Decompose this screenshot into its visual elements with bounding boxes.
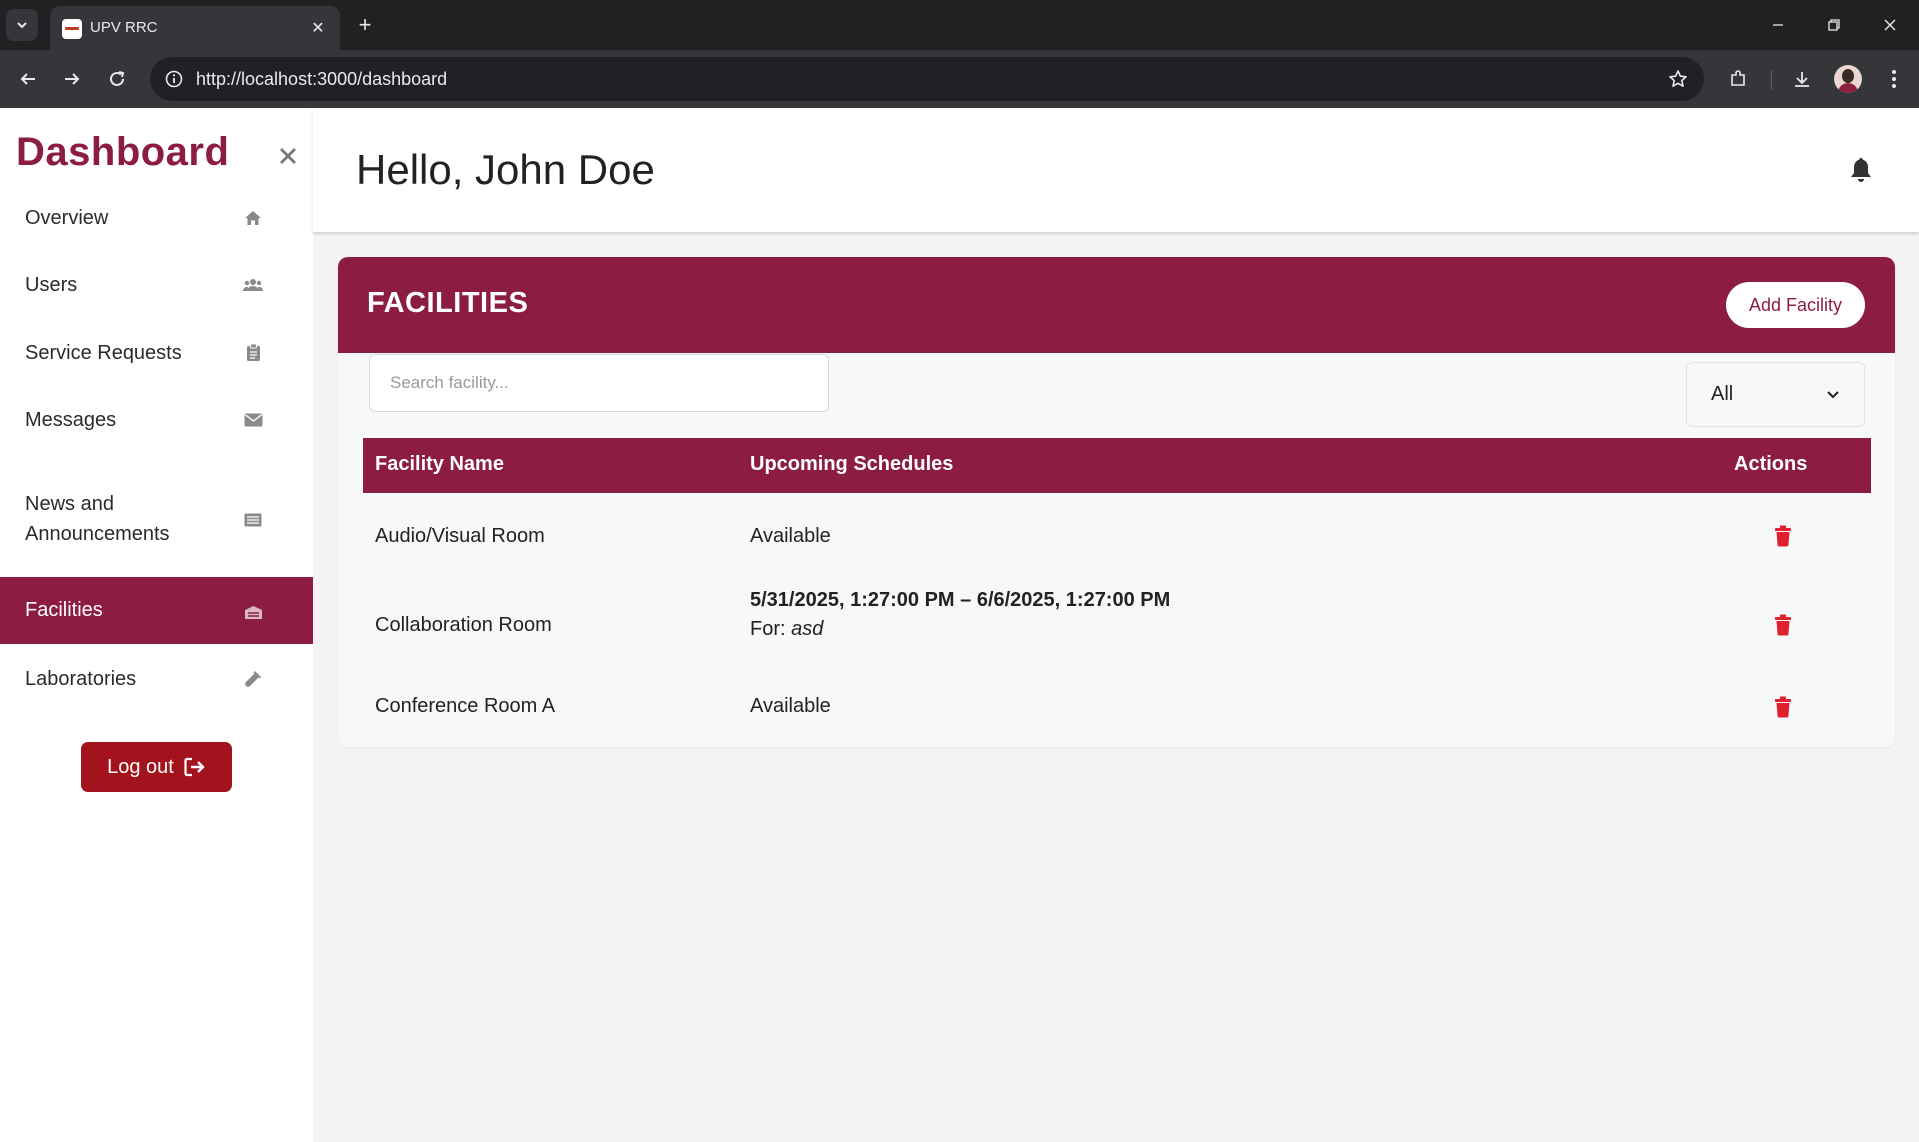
menu-dots-icon[interactable] — [1878, 63, 1910, 95]
facility-name: Conference Room A — [375, 695, 556, 717]
facility-schedule: Available — [750, 525, 831, 547]
table-row: Collaboration Room 5/31/2025, 1:27:00 PM… — [363, 575, 1871, 673]
restore-icon[interactable] — [1806, 0, 1862, 50]
trash-icon[interactable] — [1774, 525, 1792, 547]
site-info-icon[interactable] — [164, 69, 184, 89]
facility-schedule: 5/31/2025, 1:27:00 PM – 6/6/2025, 1:27:0… — [750, 589, 1171, 611]
minimize-icon[interactable] — [1750, 0, 1806, 50]
trash-icon[interactable] — [1774, 614, 1792, 636]
filter-select[interactable]: All — [1686, 362, 1865, 427]
window-close-icon[interactable] — [1862, 0, 1918, 50]
page-title: Hello, John Doe — [356, 146, 655, 193]
sidebar-item-label: Facilities — [25, 599, 103, 621]
home-icon — [243, 208, 263, 228]
sign-out-icon — [184, 757, 205, 777]
browser-toolbar: http://localhost:3000/dashboard — [0, 50, 1919, 108]
sidebar-item-laboratories[interactable]: Laboratories — [0, 644, 313, 713]
column-header-upcoming-schedules: Upcoming Schedules — [750, 453, 954, 475]
sidebar-item-messages[interactable]: Messages — [0, 386, 313, 454]
envelope-icon — [243, 410, 263, 430]
logout-label: Log out — [107, 755, 174, 778]
favicon-icon — [62, 19, 82, 39]
page-header: Hello, John Doe — [313, 108, 1919, 232]
table-row: Audio/Visual Room Available — [363, 493, 1871, 575]
extensions-icon[interactable] — [1722, 63, 1754, 95]
search-input[interactable] — [369, 354, 829, 412]
sidebar-item-label: Service Requests — [25, 342, 182, 364]
table-header: Facility Name Upcoming Schedules Actions — [363, 438, 1871, 493]
toolbar-divider — [1771, 70, 1772, 90]
schedule-for: For: asd — [750, 618, 823, 641]
chevron-down-icon — [1827, 390, 1839, 398]
sidebar-item-label: Laboratories — [25, 668, 137, 690]
url-text: http://localhost:3000/dashboard — [196, 69, 448, 89]
column-header-actions: Actions — [1734, 453, 1808, 475]
bookmark-star-icon[interactable] — [1666, 67, 1690, 91]
flask-icon — [243, 669, 263, 689]
address-bar[interactable]: http://localhost:3000/dashboard — [150, 57, 1704, 101]
add-facility-button[interactable]: Add Facility — [1726, 282, 1865, 328]
building-icon — [243, 602, 263, 622]
trash-icon[interactable] — [1774, 696, 1792, 718]
browser-tab[interactable]: UPV RRC ✕ — [50, 6, 340, 50]
facility-name: Collaboration Room — [375, 614, 552, 636]
tab-search-button[interactable] — [6, 9, 38, 41]
browser-tab-bar: UPV RRC ✕ + — [0, 0, 1919, 50]
schedule-for-prefix: For: — [750, 618, 786, 640]
column-header-facility-name: Facility Name — [375, 453, 504, 475]
facility-schedule: Available — [750, 695, 831, 717]
facilities-title: FACILITIES — [367, 287, 529, 319]
tab-title: UPV RRC — [90, 19, 158, 36]
sidebar-brand: Dashboard — [16, 130, 230, 174]
back-arrow-icon[interactable] — [12, 63, 44, 95]
logout-button[interactable]: Log out — [81, 742, 232, 792]
sidebar-item-service-requests[interactable]: Service Requests — [0, 319, 313, 386]
sidebar-item-overview[interactable]: Overview — [0, 185, 313, 251]
close-icon[interactable] — [275, 144, 301, 170]
chevron-down-icon — [17, 22, 27, 29]
sidebar: Dashboard Overview Users Service Request… — [0, 108, 313, 1142]
tab-close-icon[interactable]: ✕ — [306, 16, 330, 40]
facility-name: Audio/Visual Room — [375, 525, 545, 547]
table-row: Conference Room A Available — [363, 673, 1871, 747]
profile-avatar[interactable] — [1834, 65, 1862, 93]
download-icon[interactable] — [1786, 63, 1818, 95]
sidebar-item-label: Overview — [25, 207, 109, 229]
forward-arrow-icon[interactable] — [56, 63, 88, 95]
sidebar-item-facilities[interactable]: Facilities — [0, 577, 313, 644]
users-icon — [243, 275, 263, 295]
new-tab-button[interactable]: + — [352, 12, 378, 38]
newspaper-icon — [243, 510, 263, 530]
sidebar-item-label: Messages — [25, 409, 117, 431]
facilities-card: FACILITIES Add Facility All Facility Nam… — [338, 257, 1895, 747]
filter-selected-value: All — [1711, 383, 1734, 405]
bell-icon[interactable] — [1849, 156, 1875, 184]
sidebar-item-label: News and Announcements — [25, 493, 170, 545]
reload-icon[interactable] — [101, 63, 133, 95]
clipboard-icon — [243, 342, 263, 362]
facilities-header: FACILITIES Add Facility — [338, 257, 1895, 353]
schedule-for-value: asd — [791, 618, 824, 640]
sidebar-item-news-and-announcements[interactable]: News and Announcements — [0, 454, 313, 585]
sidebar-item-label: Users — [25, 274, 78, 296]
sidebar-item-users[interactable]: Users — [0, 251, 313, 319]
